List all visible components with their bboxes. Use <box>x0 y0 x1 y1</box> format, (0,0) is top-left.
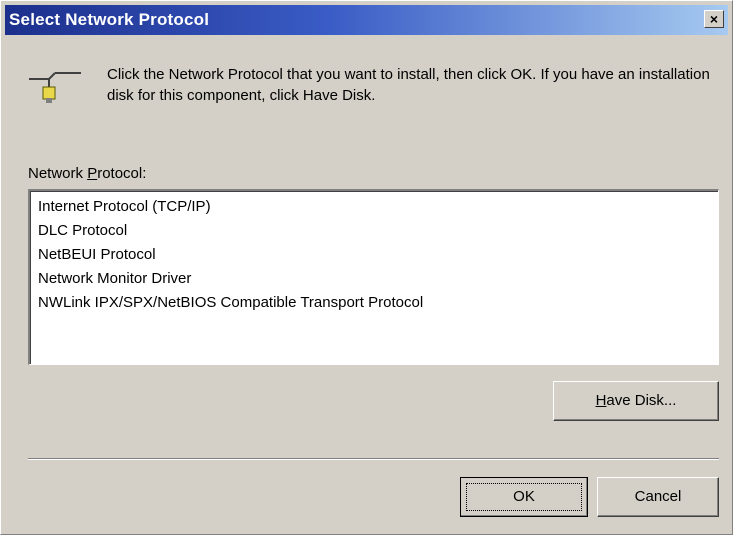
list-item-dlc[interactable]: DLC Protocol <box>38 219 710 243</box>
protocol-list-label: Network Protocol: <box>28 165 146 182</box>
focus-rectangle <box>466 483 582 511</box>
instruction-text: Click the Network Protocol that you want… <box>107 66 710 104</box>
list-item-netbeui[interactable]: NetBEUI Protocol <box>38 243 710 267</box>
title-bar[interactable]: Select Network Protocol × <box>5 5 728 35</box>
separator <box>28 458 719 460</box>
list-item-tcpip[interactable]: Internet Protocol (TCP/IP) <box>38 195 710 219</box>
select-network-protocol-dialog: Select Network Protocol × Click the Netw… <box>0 0 733 535</box>
have-disk-label: ave Disk... <box>606 392 677 409</box>
close-button[interactable]: × <box>704 10 724 28</box>
list-item-network-monitor[interactable]: Network Monitor Driver <box>38 267 710 291</box>
label-text-prefix: Network <box>28 165 88 182</box>
cancel-button[interactable]: Cancel <box>597 477 719 517</box>
have-disk-accelerator: H <box>595 392 607 409</box>
close-icon: × <box>709 11 719 27</box>
window-title: Select Network Protocol <box>9 10 210 29</box>
list-item-nwlink[interactable]: NWLink IPX/SPX/NetBIOS Compatible Transp… <box>38 291 710 315</box>
label-text-suffix: rotocol: <box>97 165 147 182</box>
protocol-listbox[interactable]: Internet Protocol (TCP/IP) DLC Protocol … <box>28 189 719 365</box>
label-accelerator: P <box>87 165 98 182</box>
network-card-icon <box>29 72 81 103</box>
have-disk-button[interactable]: Have Disk... <box>553 381 719 421</box>
ok-button[interactable]: OK <box>460 477 588 517</box>
cancel-label: Cancel <box>634 488 682 505</box>
